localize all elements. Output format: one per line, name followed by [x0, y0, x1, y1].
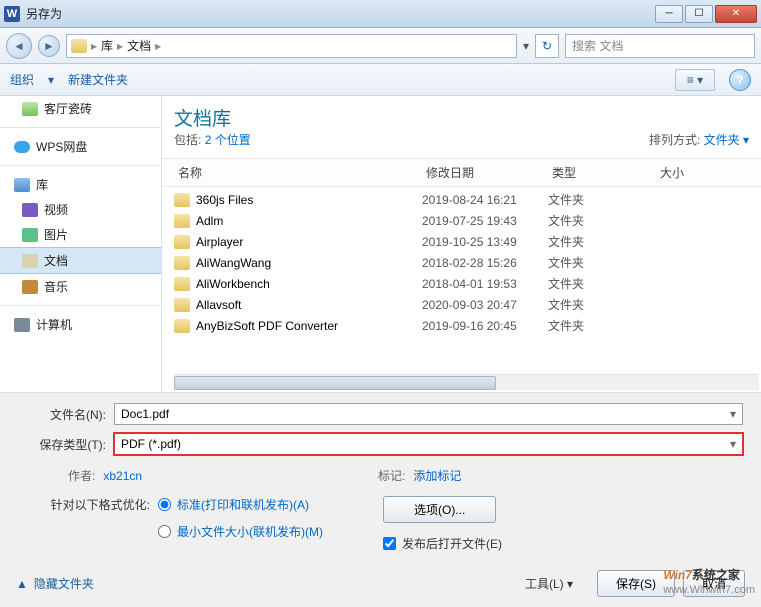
column-size: 大小	[656, 159, 749, 186]
help-button[interactable]: ?	[729, 69, 751, 91]
watermark: Win7系统之家 www.Winwin7.com	[663, 566, 755, 596]
sidebar: 客厅瓷砖 WPS网盘 库 视频 图片 文档 音乐 计算机	[0, 96, 162, 392]
nav-forward-button[interactable]: ►	[38, 35, 60, 57]
table-row[interactable]: Allavsoft2020-09-03 20:47文件夹	[162, 294, 761, 315]
nav-back-button[interactable]: ◄	[6, 33, 32, 59]
optimize-label: 针对以下格式优化:	[48, 496, 158, 540]
library-title: 文档库	[174, 104, 649, 131]
breadcrumb-root[interactable]: 库	[101, 37, 113, 54]
organize-menu[interactable]: 组织	[10, 71, 34, 88]
library-icon	[71, 39, 87, 53]
search-input[interactable]: 搜索 文档	[565, 34, 755, 58]
sort-by-menu[interactable]: 文件夹 ▾	[704, 133, 749, 147]
video-icon	[22, 203, 38, 217]
breadcrumb[interactable]: ▸ 库 ▸ 文档 ▸	[66, 34, 517, 58]
sidebar-item-music[interactable]: 音乐	[0, 274, 161, 299]
save-panel: 文件名(N): Doc1.pdf▾ 保存类型(T): PDF (*.pdf)▾ …	[0, 392, 761, 560]
filetype-label: 保存类型(T):	[18, 436, 114, 453]
titlebar: W 另存为 ─ ☐ ✕	[0, 0, 761, 28]
column-date: 修改日期	[422, 159, 548, 186]
author-value[interactable]: xb21cn	[103, 469, 142, 483]
footer: ▲隐藏文件夹 工具(L) ▾ 保存(S) 取消	[0, 560, 761, 607]
options-button[interactable]: 选项(O)...	[383, 496, 496, 523]
sidebar-item-pictures[interactable]: 图片	[0, 222, 161, 247]
nav-bar: ◄ ► ▸ 库 ▸ 文档 ▸ ▾ ↻ 搜索 文档	[0, 28, 761, 64]
filetype-select[interactable]: PDF (*.pdf)▾	[114, 433, 743, 455]
column-headers[interactable]: 名称 修改日期 类型 大小	[162, 158, 761, 187]
document-icon	[22, 254, 38, 268]
sidebar-item-computer[interactable]: 计算机	[0, 312, 161, 337]
column-type: 类型	[548, 159, 656, 186]
maximize-button[interactable]: ☐	[685, 5, 713, 23]
sidebar-item-tiles[interactable]: 客厅瓷砖	[0, 96, 161, 121]
table-row[interactable]: 360js Files2019-08-24 16:21文件夹	[162, 189, 761, 210]
content-area: 文档库 包括: 2 个位置 排列方式: 文件夹 ▾ 名称 修改日期 类型 大小 …	[162, 96, 761, 392]
folder-icon	[174, 319, 190, 333]
folder-icon	[174, 298, 190, 312]
window-title: 另存为	[26, 5, 62, 22]
toolbar: 组织▾ 新建文件夹 ≡ ▾ ?	[0, 64, 761, 96]
computer-icon	[14, 318, 30, 332]
library-icon	[14, 178, 30, 192]
breadcrumb-current[interactable]: 文档	[127, 37, 151, 54]
sidebar-item-documents[interactable]: 文档	[0, 247, 161, 274]
file-list[interactable]: 360js Files2019-08-24 16:21文件夹Adlm2019-0…	[162, 187, 761, 374]
folder-icon	[174, 235, 190, 249]
filename-input[interactable]: Doc1.pdf▾	[114, 403, 743, 425]
close-button[interactable]: ✕	[715, 5, 757, 23]
table-row[interactable]: AnyBizSoft PDF Converter2019-09-16 20:45…	[162, 315, 761, 336]
refresh-button[interactable]: ↻	[535, 34, 559, 58]
picture-icon	[22, 228, 38, 242]
minimize-button[interactable]: ─	[655, 5, 683, 23]
folder-icon	[174, 193, 190, 207]
folder-icon	[22, 102, 38, 116]
word-icon: W	[4, 6, 20, 22]
tools-menu[interactable]: 工具(L) ▾	[525, 575, 573, 592]
filename-label: 文件名(N):	[18, 406, 114, 423]
search-placeholder: 搜索 文档	[572, 37, 623, 54]
includes-link[interactable]: 2 个位置	[205, 133, 251, 147]
tag-value[interactable]: 添加标记	[413, 467, 461, 484]
new-folder-button[interactable]: 新建文件夹	[68, 71, 128, 88]
table-row[interactable]: AliWangWang2018-02-28 15:26文件夹	[162, 252, 761, 273]
cloud-icon	[14, 141, 30, 153]
table-row[interactable]: Adlm2019-07-25 19:43文件夹	[162, 210, 761, 231]
music-icon	[22, 280, 38, 294]
sidebar-item-library[interactable]: 库	[0, 172, 161, 197]
table-row[interactable]: Airplayer2019-10-25 13:49文件夹	[162, 231, 761, 252]
column-name: 名称	[174, 159, 422, 186]
radio-standard[interactable]: 标准(打印和联机发布)(A)	[158, 496, 323, 513]
horizontal-scrollbar[interactable]	[174, 374, 759, 390]
table-row[interactable]: AliWorkbench2018-04-01 19:53文件夹	[162, 273, 761, 294]
folder-icon	[174, 277, 190, 291]
hide-folders-button[interactable]: ▲隐藏文件夹	[16, 575, 94, 592]
open-after-checkbox[interactable]	[383, 537, 396, 550]
folder-icon	[174, 214, 190, 228]
sidebar-item-wps[interactable]: WPS网盘	[0, 134, 161, 159]
sidebar-item-video[interactable]: 视频	[0, 197, 161, 222]
folder-icon	[174, 256, 190, 270]
radio-minimum[interactable]: 最小文件大小(联机发布)(M)	[158, 523, 323, 540]
view-menu[interactable]: ≡ ▾	[675, 69, 715, 91]
